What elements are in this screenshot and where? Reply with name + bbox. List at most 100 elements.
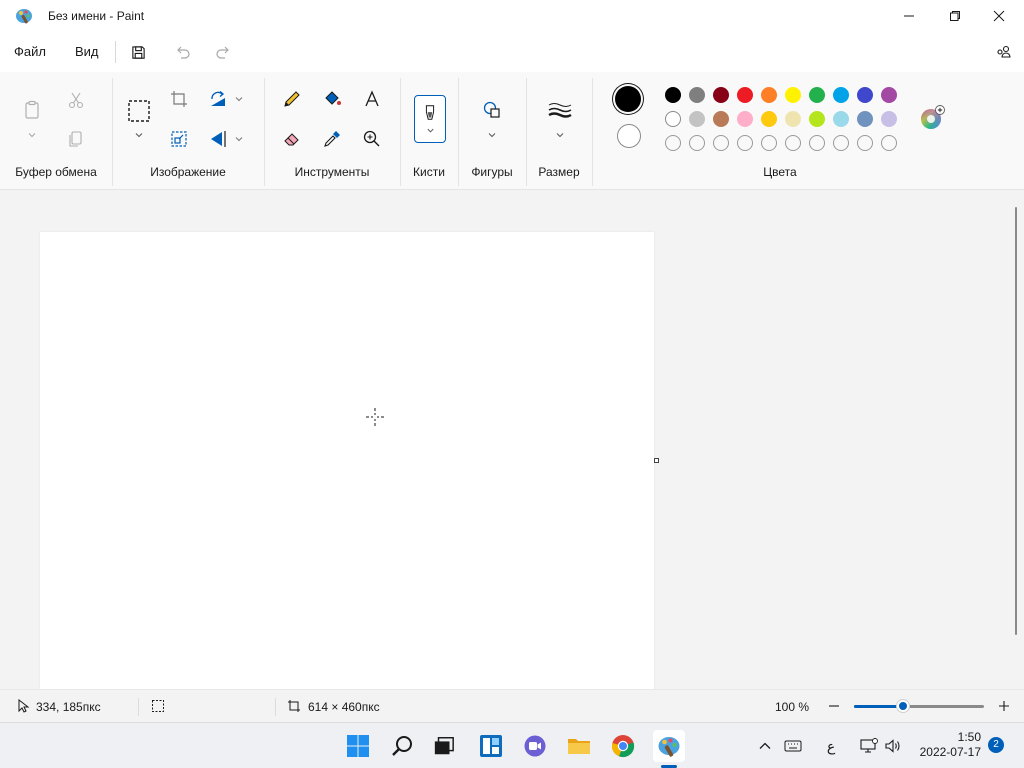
paste-button[interactable] [18, 96, 46, 124]
palette-color-swatch[interactable] [713, 87, 729, 103]
custom-color-slot[interactable] [737, 135, 753, 151]
palette-color-swatch[interactable] [857, 87, 873, 103]
task-view-button[interactable] [430, 732, 458, 760]
widgets-button[interactable] [477, 732, 505, 760]
paste-chevron-icon[interactable] [27, 130, 37, 140]
palette-color-swatch[interactable] [761, 111, 777, 127]
flip-button[interactable] [204, 125, 232, 153]
zoom-in-icon[interactable] [997, 699, 1011, 713]
palette-color-swatch[interactable] [761, 87, 777, 103]
text-button[interactable] [358, 85, 386, 113]
minimize-icon [904, 15, 914, 17]
save-button[interactable] [128, 42, 148, 62]
pencil-icon [284, 91, 300, 107]
undo-button[interactable] [173, 42, 193, 62]
file-explorer-button[interactable] [565, 732, 593, 760]
palette-color-swatch[interactable] [689, 87, 705, 103]
palette-color-swatch[interactable] [833, 87, 849, 103]
input-language-indicator[interactable]: ع [822, 737, 840, 755]
account-button[interactable] [994, 42, 1014, 62]
color-picker-button[interactable] [318, 125, 346, 153]
palette-color-swatch[interactable] [785, 111, 801, 127]
vertical-scrollbar[interactable] [1015, 207, 1017, 635]
custom-color-slot[interactable] [833, 135, 849, 151]
drawing-canvas[interactable] [40, 232, 654, 689]
minimize-button[interactable] [886, 0, 932, 32]
palette-color-swatch[interactable] [881, 111, 897, 127]
rotate-chevron-icon[interactable] [234, 94, 244, 104]
menu-view[interactable]: Вид [75, 44, 99, 59]
edit-colors-button[interactable] [918, 104, 946, 132]
palette-color-swatch[interactable] [713, 111, 729, 127]
custom-color-slot[interactable] [689, 135, 705, 151]
palette-color-swatch[interactable] [833, 111, 849, 127]
custom-color-slot[interactable] [881, 135, 897, 151]
close-button[interactable] [976, 0, 1022, 32]
palette-color-swatch[interactable] [737, 87, 753, 103]
start-button[interactable] [344, 732, 372, 760]
brushes-button[interactable] [414, 95, 446, 143]
status-divider [138, 698, 139, 716]
pencil-button[interactable] [278, 85, 306, 113]
crop-button[interactable] [165, 85, 193, 113]
redo-button[interactable] [213, 42, 233, 62]
fill-button[interactable] [318, 85, 346, 113]
menu-file[interactable]: Файл [14, 44, 46, 59]
primary-color-swatch[interactable] [615, 86, 641, 112]
text-icon [365, 90, 379, 107]
size-chevron-icon[interactable] [555, 130, 565, 140]
zoom-slider-fill [854, 705, 904, 708]
shapes-button[interactable] [478, 96, 506, 124]
palette-color-swatch[interactable] [665, 87, 681, 103]
palette-color-swatch[interactable] [665, 111, 681, 127]
chrome-button[interactable] [609, 732, 637, 760]
size-button[interactable] [546, 96, 574, 124]
shapes-chevron-icon[interactable] [487, 130, 497, 140]
select-chevron-icon[interactable] [134, 130, 144, 140]
network-button[interactable] [860, 737, 878, 755]
copy-icon [69, 131, 82, 147]
group-label-tools: Инструменты [294, 165, 370, 179]
canvas-size: 614 × 460пкс [308, 700, 380, 714]
search-button[interactable] [389, 732, 417, 760]
select-button[interactable] [124, 96, 154, 126]
zoom-level[interactable]: 100 % [775, 700, 809, 714]
custom-color-slot[interactable] [713, 135, 729, 151]
magnifier-button[interactable] [358, 125, 386, 153]
custom-color-slot[interactable] [761, 135, 777, 151]
resize-button[interactable] [165, 125, 193, 153]
crop-icon [171, 91, 187, 107]
keyboard-button[interactable] [784, 737, 802, 755]
maximize-button[interactable] [932, 0, 978, 32]
volume-button[interactable] [884, 737, 902, 755]
clock[interactable]: 1:50 2022-07-17 [905, 730, 981, 760]
palette-color-swatch[interactable] [785, 87, 801, 103]
custom-color-slot[interactable] [665, 135, 681, 151]
keyboard-icon [784, 740, 802, 752]
notification-badge[interactable]: 2 [988, 737, 1004, 753]
chat-button[interactable] [521, 732, 549, 760]
cut-button[interactable] [62, 86, 90, 114]
canvas-resize-handle[interactable] [654, 458, 659, 463]
palette-color-swatch[interactable] [881, 87, 897, 103]
palette-color-swatch[interactable] [737, 111, 753, 127]
copy-button[interactable] [62, 125, 90, 153]
eraser-button[interactable] [278, 125, 306, 153]
zoom-out-icon[interactable] [827, 699, 841, 713]
show-hidden-icons-button[interactable] [756, 737, 774, 755]
custom-color-slot[interactable] [785, 135, 801, 151]
palette-color-swatch[interactable] [809, 111, 825, 127]
flip-chevron-icon[interactable] [234, 134, 244, 144]
clock-date: 2022-07-17 [919, 745, 981, 759]
zoom-slider[interactable] [854, 700, 984, 712]
palette-color-swatch[interactable] [809, 87, 825, 103]
rotate-button[interactable] [204, 85, 232, 113]
paint-taskbar-button[interactable] [653, 730, 685, 762]
zoom-slider-thumb[interactable] [897, 700, 910, 712]
palette-color-swatch[interactable] [857, 111, 873, 127]
custom-color-slot[interactable] [857, 135, 873, 151]
palette-color-swatch[interactable] [689, 111, 705, 127]
custom-color-slot[interactable] [809, 135, 825, 151]
secondary-color-swatch[interactable] [617, 124, 641, 148]
scissors-icon [68, 92, 84, 109]
